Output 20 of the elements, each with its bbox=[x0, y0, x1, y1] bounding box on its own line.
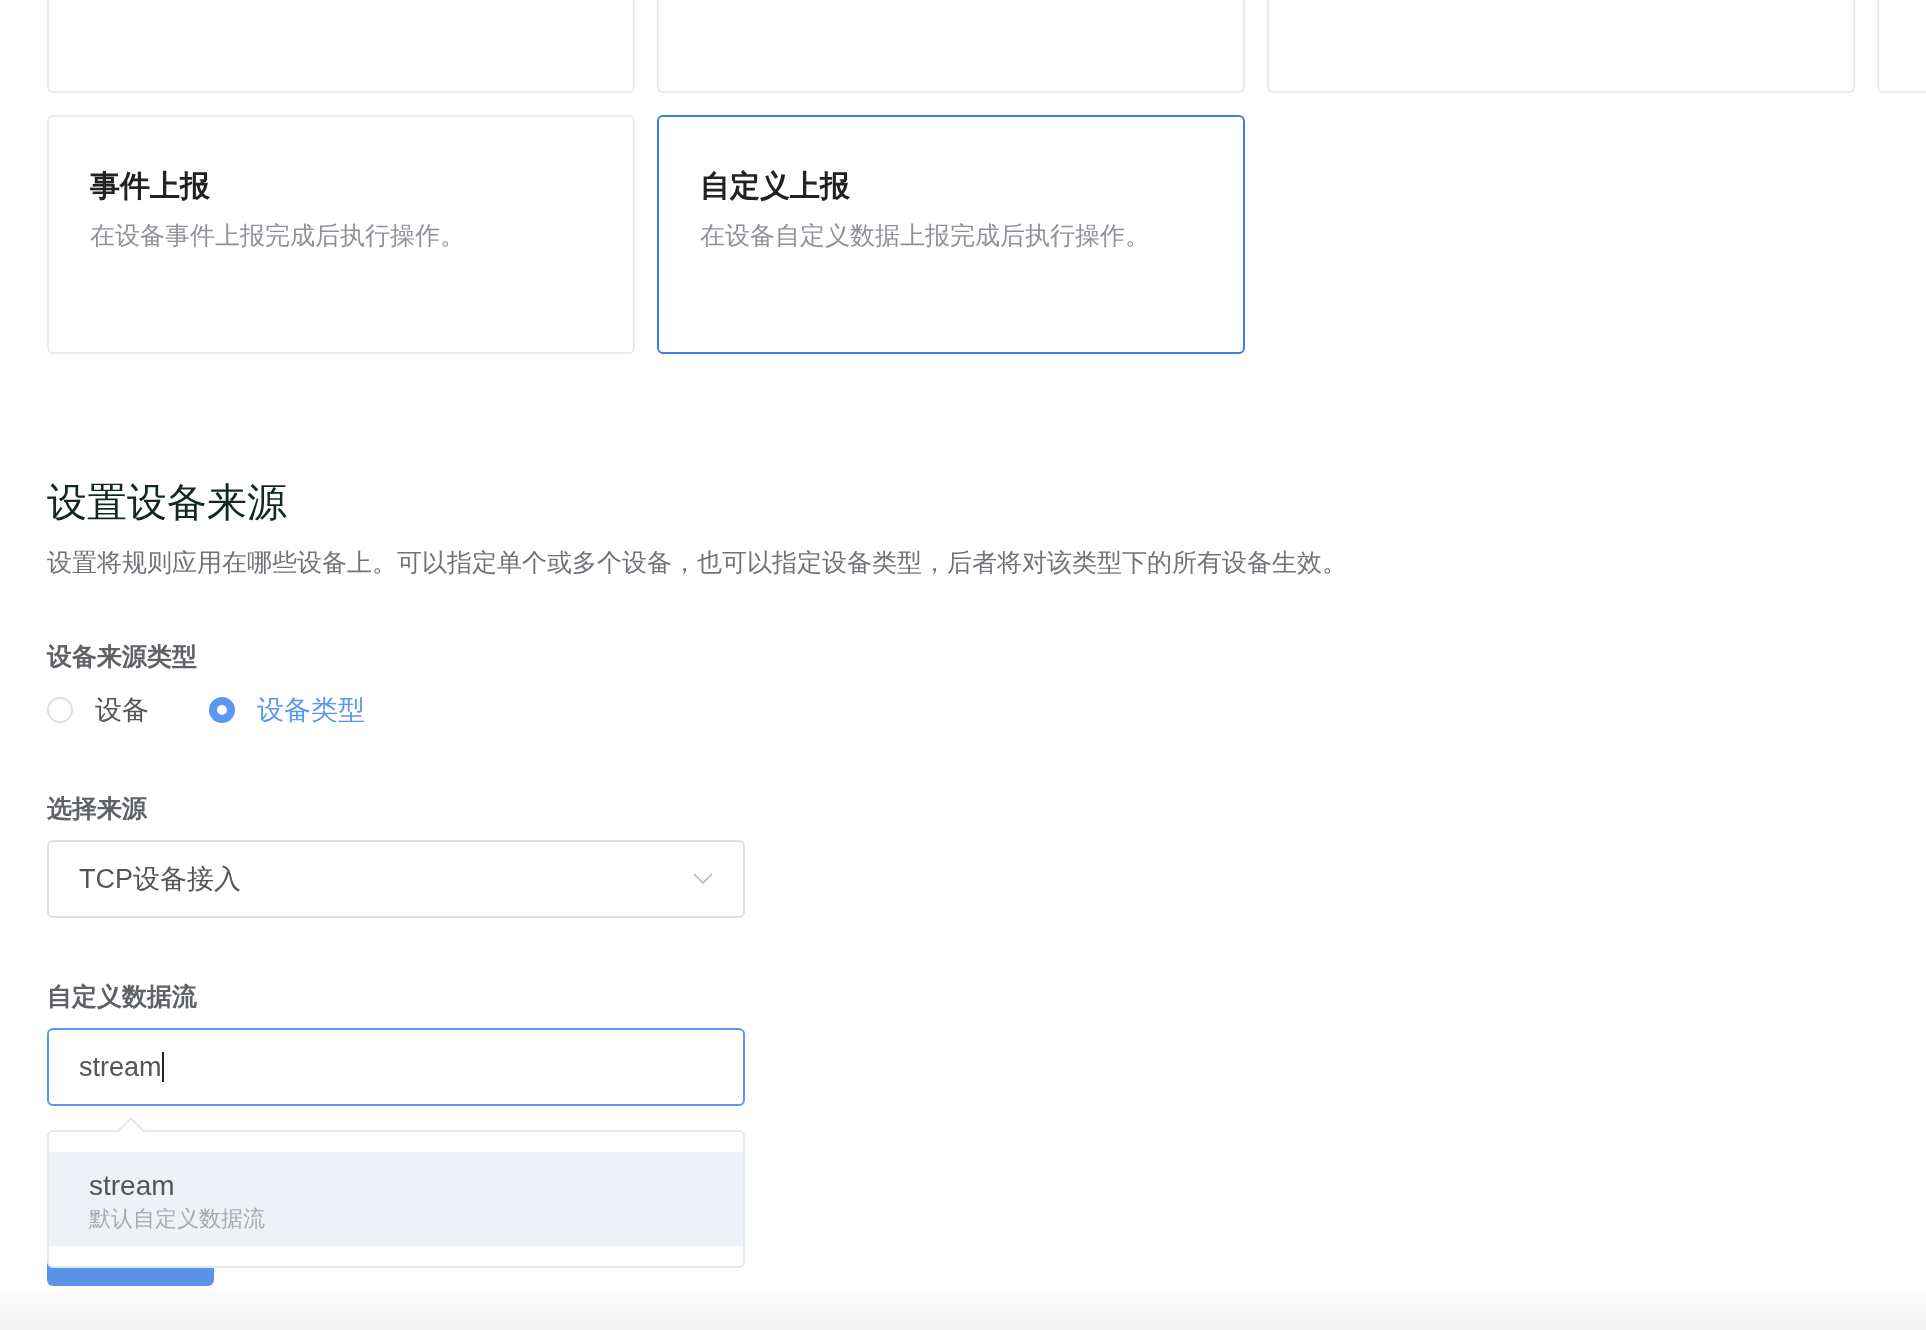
option-description: 默认自定义数据流 bbox=[89, 1205, 266, 1233]
source-select[interactable]: TCP设备接入 bbox=[47, 840, 745, 918]
radio-button[interactable] bbox=[209, 697, 235, 723]
card-description: 在设备自定义数据上报完成后执行操作。 bbox=[700, 220, 1151, 251]
trigger-card[interactable]: 自定义上报 在设备自定义数据上报完成后执行操作。 bbox=[657, 115, 1245, 354]
radio-label[interactable]: 设备 bbox=[95, 692, 149, 728]
select-value: TCP设备接入 bbox=[79, 863, 241, 896]
section-description: 设置将规则应用在哪些设备上。可以指定单个或多个设备，也可以指定设备类型，后者将对该类型下的所有设备生效。 bbox=[47, 547, 1348, 578]
card-title: 事件上报 bbox=[90, 168, 211, 204]
card-title: 自定义上报 bbox=[700, 168, 851, 204]
stream-input-field[interactable]: stream bbox=[47, 1028, 745, 1106]
chevron-down-icon bbox=[693, 873, 713, 885]
field-label: 设备来源类型 bbox=[47, 641, 198, 672]
field-label: 自定义数据流 bbox=[47, 981, 198, 1012]
section-title: 设置设备来源 bbox=[47, 479, 288, 526]
trigger-card[interactable]: 事件上报 在设备事件上报完成后执行操作。 bbox=[47, 115, 635, 354]
suggestion-option[interactable]: stream 默认自定义数据流 bbox=[49, 1152, 743, 1246]
card-description: 在设备事件上报完成后执行操作。 bbox=[90, 220, 466, 251]
field-label: 选择来源 bbox=[47, 793, 148, 824]
option-name: stream bbox=[89, 1169, 176, 1203]
